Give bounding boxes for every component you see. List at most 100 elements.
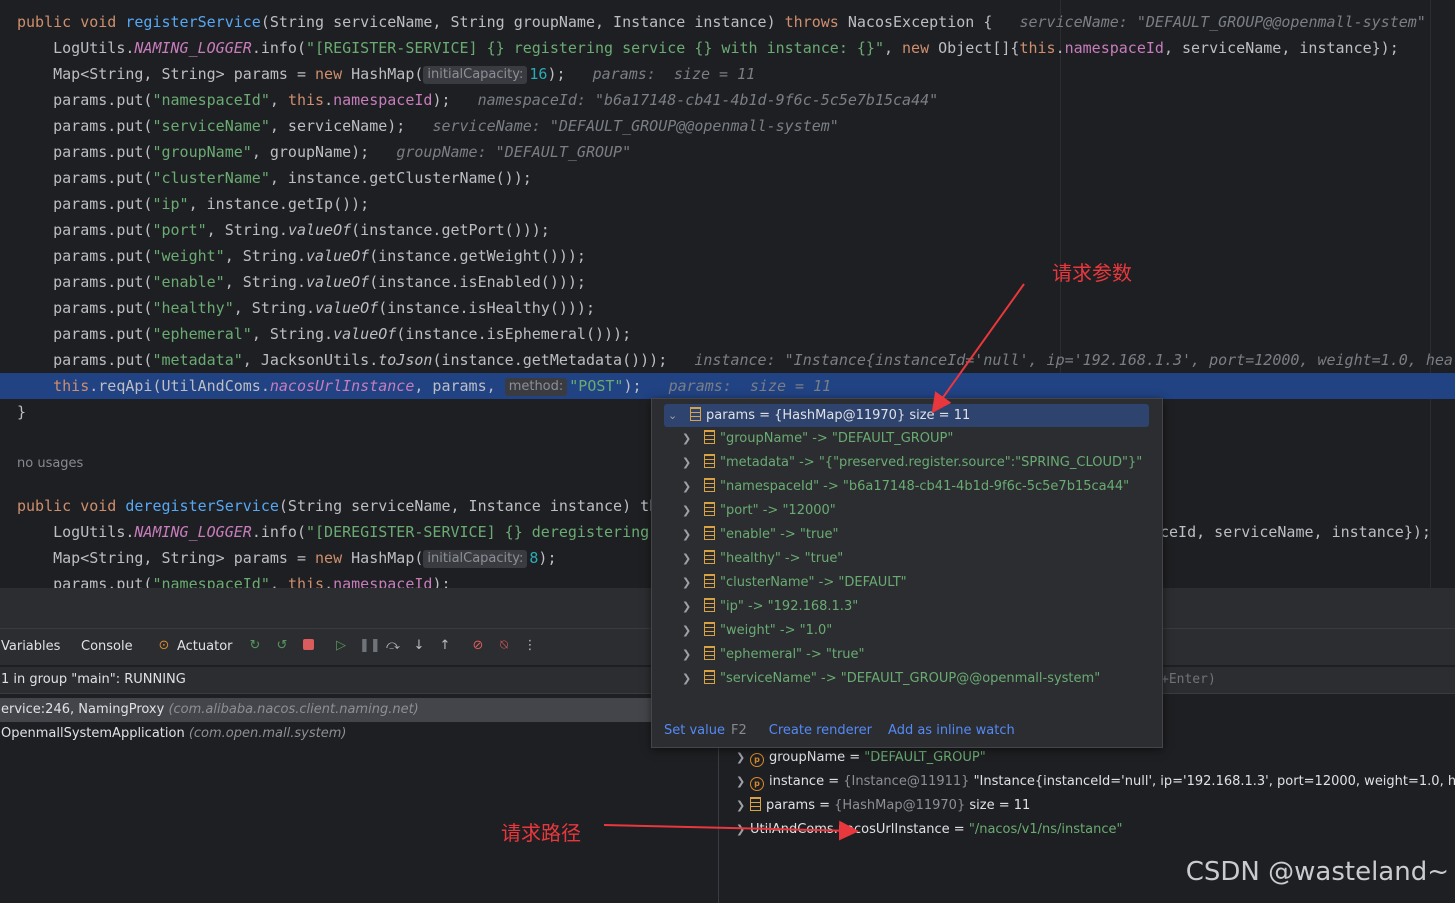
create-renderer-link[interactable]: Create renderer: [769, 723, 872, 738]
rerun-tests-icon[interactable]: ↺: [274, 638, 290, 654]
code-token: params.put(: [17, 575, 153, 588]
entry-icon: [704, 574, 715, 588]
step-into-icon[interactable]: ↓: [411, 638, 427, 654]
chevron-right-icon[interactable]: ❯: [682, 667, 704, 691]
step-over-icon[interactable]: ⤼: [385, 638, 401, 654]
more-options-icon[interactable]: ⋮: [522, 638, 538, 654]
code-token: "enable": [152, 273, 225, 291]
map-entry-text: "ip" -> "192.168.1.3": [720, 599, 859, 614]
chevron-right-icon[interactable]: ❯: [682, 475, 704, 499]
map-entry[interactable]: ❯ "enable" -> "true": [682, 523, 839, 547]
code-token: .info(: [251, 523, 306, 541]
code-token: );: [538, 549, 557, 567]
code-token: , params,: [414, 377, 505, 395]
chevron-right-icon[interactable]: ❯: [736, 746, 750, 770]
chevron-right-icon[interactable]: ❯: [682, 595, 704, 619]
map-entry[interactable]: ❯ "clusterName" -> "DEFAULT": [682, 571, 907, 595]
code-token: (instance.getPort()));: [351, 221, 550, 239]
chevron-right-icon[interactable]: ❯: [682, 643, 704, 667]
tab-actuator[interactable]: Actuator: [177, 639, 233, 654]
code-token: params.put(: [17, 91, 153, 109]
right-margin-guide-2: [1430, 0, 1431, 588]
code-token: "ephemeral": [152, 325, 252, 343]
code-token: new: [315, 65, 352, 83]
chevron-right-icon[interactable]: ❯: [682, 619, 704, 643]
rerun-icon[interactable]: ↻: [247, 638, 263, 654]
request-params-annotation: 请求参数: [1052, 261, 1132, 285]
chevron-right-icon[interactable]: ❯: [682, 571, 704, 595]
chevron-down-icon[interactable]: ⌄: [664, 404, 690, 427]
code-token: .: [324, 575, 334, 588]
stack-frame[interactable]: OpenmallSystemApplication (com.open.mall…: [0, 722, 719, 746]
code-token: }: [17, 403, 27, 421]
watermark: CSDN @wasteland~: [1185, 857, 1449, 887]
code-token: (String serviceName, Instance instance) …: [278, 497, 659, 515]
no-usages-label: no usages: [17, 456, 84, 471]
step-out-icon[interactable]: ↑: [437, 638, 453, 654]
code-token: "serviceName": [152, 117, 270, 135]
code-token: valueOf: [315, 299, 379, 317]
chevron-right-icon[interactable]: ❯: [682, 499, 704, 523]
code-token: params.put(: [17, 169, 153, 187]
code-token: (instance.isEnabled()));: [369, 273, 586, 291]
variable-row[interactable]: ❯ p groupName = "DEFAULT_GROUP": [736, 746, 986, 770]
pause-icon[interactable]: ❚❚: [359, 638, 381, 654]
chevron-right-icon[interactable]: ❯: [736, 794, 750, 818]
variable-row[interactable]: ❯ params = {HashMap@11970} size = 11: [736, 794, 1030, 818]
mute-breakpoints-icon[interactable]: ⍉: [496, 638, 512, 654]
tab-console[interactable]: Console: [81, 639, 133, 654]
code-token: valueOf: [333, 325, 397, 343]
code-token: "healthy": [152, 299, 234, 317]
thread-selector[interactable]: 1 in group "main": RUNNING: [0, 667, 719, 694]
chevron-right-icon[interactable]: ❯: [682, 427, 704, 451]
tab-variables[interactable]: Variables: [1, 639, 60, 654]
chevron-right-icon[interactable]: ❯: [682, 451, 704, 475]
resume-icon[interactable]: ▷: [333, 638, 349, 654]
chevron-right-icon[interactable]: ❯: [736, 818, 750, 842]
map-entry[interactable]: ❯ "ephemeral" -> "true": [682, 643, 865, 667]
code-line: this.reqApi(UtilAndComs.nacosUrlInstance…: [17, 373, 831, 399]
map-entry[interactable]: ❯ "namespaceId" -> "b6a17148-cb41-4b1d-9f…: [682, 475, 1129, 499]
parameter-hint: initialCapacity:: [423, 550, 528, 568]
code-token: params.put(: [17, 195, 153, 213]
code-token: "metadata": [152, 351, 243, 369]
variable-row[interactable]: ❯ UtilAndComs.nacosUrlInstance = "/nacos/…: [736, 818, 1122, 842]
code-token: , String.: [233, 299, 316, 317]
code-line: params.put("enable", String.valueOf(inst…: [17, 269, 586, 295]
map-entry-text: "clusterName" -> "DEFAULT": [720, 575, 907, 590]
chevron-right-icon[interactable]: ❯: [682, 523, 704, 547]
set-value-link[interactable]: Set value: [664, 723, 725, 738]
map-entry[interactable]: ❯ "healthy" -> "true": [682, 547, 843, 571]
code-token: params.put(: [17, 117, 153, 135]
code-line: public void deregisterService(String ser…: [17, 493, 658, 519]
view-breakpoints-icon[interactable]: ⊘: [470, 638, 486, 654]
code-token: "weight": [152, 247, 225, 265]
code-token: Map<String, String> params =: [17, 549, 316, 567]
code-token: );: [432, 91, 478, 109]
code-token: Map<String, String> params =: [17, 65, 316, 83]
add-inline-watch-link[interactable]: Add as inline watch: [888, 723, 1015, 738]
map-entry[interactable]: ❯ "groupName" -> "DEFAULT_GROUP": [682, 427, 953, 451]
code-token: Object[]{: [938, 39, 1020, 57]
map-entry[interactable]: ❯ "serviceName" -> "DEFAULT_GROUP@@openma…: [682, 667, 1100, 691]
quick-evaluate-popup: ⌄ params = {HashMap@11970} size = 11 ❯ "gr…: [651, 398, 1163, 748]
map-entry[interactable]: ❯ "ip" -> "192.168.1.3": [682, 595, 858, 619]
code-token: "ip": [152, 195, 189, 213]
popup-header-row[interactable]: ⌄ params = {HashMap@11970} size = 11: [664, 404, 1149, 427]
map-entry[interactable]: ❯ "metadata" -> "{"preserved.register.sou…: [682, 451, 1142, 475]
code-token: void: [80, 497, 126, 515]
stack-frame[interactable]: ervice:246, NamingProxy (com.alibaba.nac…: [0, 698, 719, 722]
code-token: namespaceId: [333, 91, 433, 109]
variable-row[interactable]: ❯ p instance = {Instance@11911} "Instance{…: [736, 770, 1455, 794]
chevron-right-icon[interactable]: ❯: [736, 770, 750, 794]
stop-button[interactable]: [300, 638, 316, 654]
code-token: HashMap(: [351, 65, 424, 83]
entry-icon: [704, 550, 715, 564]
frame-package: (com.alibaba.nacos.client.naming.net): [168, 702, 419, 717]
map-entry[interactable]: ❯ "port" -> "12000": [682, 499, 836, 523]
map-entry[interactable]: ❯ "weight" -> "1.0": [682, 619, 832, 643]
map-icon: [750, 797, 761, 811]
code-token: "[DEREGISTER-SERVICE] {} deregistering: [306, 523, 650, 541]
frame-name: ervice:246, NamingProxy: [1, 702, 169, 717]
chevron-right-icon[interactable]: ❯: [682, 547, 704, 571]
